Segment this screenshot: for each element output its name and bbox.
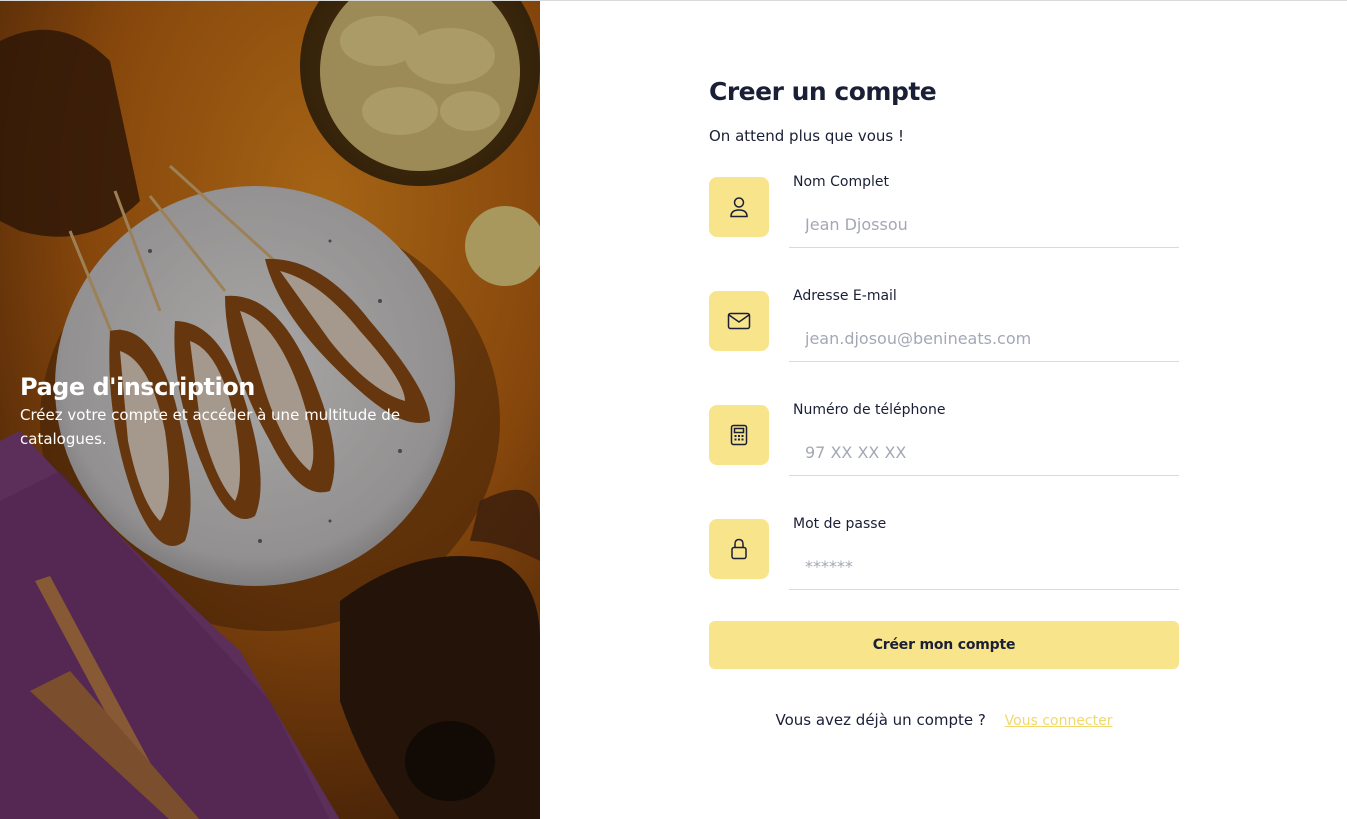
phone-field: Numéro de téléphone	[709, 402, 1179, 476]
email-label: Adresse E-mail	[793, 288, 897, 304]
form-subtitle: On attend plus que vous !	[709, 127, 905, 145]
full-name-label: Nom Complet	[793, 174, 889, 190]
password-label: Mot de passe	[793, 516, 887, 532]
password-field: Mot de passe	[709, 516, 1179, 590]
phone-label: Numéro de téléphone	[793, 402, 946, 418]
calculator-icon	[709, 405, 769, 465]
login-prompt-line: Vous avez déjà un compte ? Vous connecte…	[709, 711, 1179, 729]
lock-icon	[709, 519, 769, 579]
login-prompt-text: Vous avez déjà un compte ?	[775, 711, 986, 729]
email-input[interactable]	[789, 316, 1179, 362]
phone-input[interactable]	[789, 430, 1179, 476]
password-input[interactable]	[789, 544, 1179, 590]
user-icon	[709, 177, 769, 237]
mail-icon	[709, 291, 769, 351]
form-title: Creer un compte	[709, 77, 937, 106]
login-link[interactable]: Vous connecter	[1005, 713, 1113, 729]
create-account-button[interactable]: Créer mon compte	[709, 621, 1179, 669]
hero-panel: Page d'inscription Créez votre compte et…	[0, 1, 540, 819]
full-name-input[interactable]	[789, 202, 1179, 248]
full-name-field: Nom Complet	[709, 174, 1179, 248]
hero-text-block: Page d'inscription Créez votre compte et…	[20, 371, 450, 451]
hero-subtitle: Créez votre compte et accéder à une mult…	[20, 406, 401, 448]
signup-page: Page d'inscription Créez votre compte et…	[0, 0, 1347, 819]
hero-title: Page d'inscription	[20, 373, 255, 401]
email-field: Adresse E-mail	[709, 288, 1179, 362]
